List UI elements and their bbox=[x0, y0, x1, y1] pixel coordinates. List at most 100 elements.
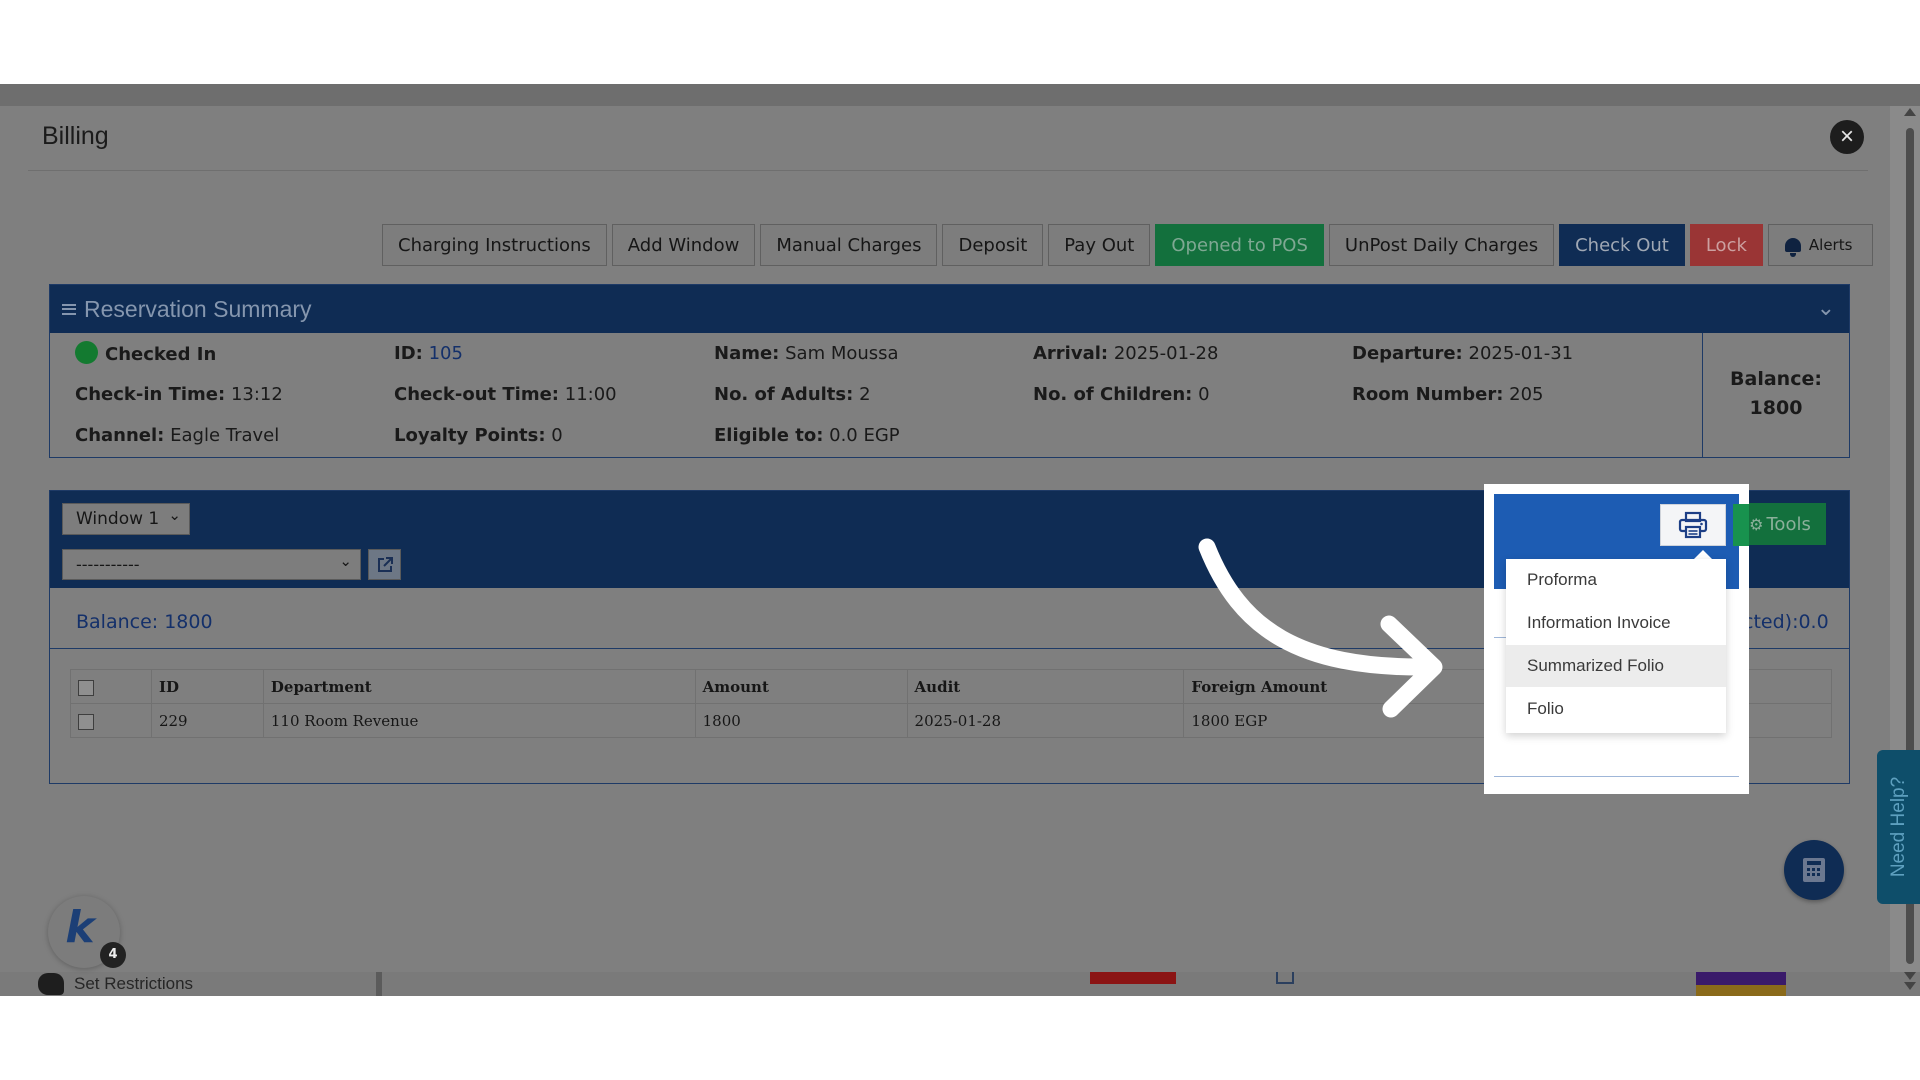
balance-value: 1800 bbox=[1749, 397, 1803, 419]
arrival-field: Arrival: 2025-01-28 bbox=[1033, 343, 1218, 364]
manual-charges-button[interactable]: Manual Charges bbox=[760, 224, 938, 266]
add-window-button[interactable]: Add Window bbox=[611, 224, 756, 266]
loyalty-points-field: Loyalty Points: 0 bbox=[394, 425, 563, 446]
set-restrictions-item: Set Restrictions bbox=[38, 972, 193, 996]
reservation-balance-box: Balance: 1800 bbox=[1702, 333, 1849, 457]
channel-field: Channel: Eagle Travel bbox=[75, 425, 279, 446]
cell-department: 110 Room Revenue bbox=[262, 703, 696, 738]
departure-field: Departure: 2025-01-31 bbox=[1352, 343, 1573, 364]
loyalty-points-value: 0 bbox=[551, 425, 563, 446]
gear-icon: ⚙ bbox=[1749, 514, 1764, 534]
checkout-time-value: 11:00 bbox=[564, 384, 617, 405]
children-value: 0 bbox=[1198, 384, 1210, 405]
calculator-icon bbox=[1803, 858, 1825, 882]
arrival-label: Arrival: bbox=[1033, 343, 1109, 364]
menu-item-proforma[interactable]: Proforma bbox=[1506, 559, 1726, 601]
deposit-button[interactable]: Deposit bbox=[942, 224, 1044, 266]
pay-out-button[interactable]: Pay Out bbox=[1048, 224, 1151, 266]
close-icon[interactable]: × bbox=[1830, 120, 1864, 154]
billing-toolbar: Charging Instructions Add Window Manual … bbox=[382, 224, 1874, 266]
charging-instructions-button[interactable]: Charging Instructions bbox=[382, 224, 607, 266]
background-app-footer: Set Restrictions bbox=[0, 972, 1920, 996]
background-mark-icon bbox=[1276, 972, 1294, 984]
reservation-id-label: ID: bbox=[394, 343, 423, 364]
window-select[interactable]: Window 1 ⌄ bbox=[62, 503, 190, 535]
cell-id: 229 bbox=[150, 703, 264, 738]
departure-label: Departure: bbox=[1352, 343, 1463, 364]
scroll-up-icon[interactable] bbox=[1904, 108, 1916, 116]
room-number-value: 205 bbox=[1509, 384, 1544, 405]
set-restrictions-label: Set Restrictions bbox=[74, 974, 194, 993]
background-red-block bbox=[1090, 972, 1176, 984]
scroll-down-icon[interactable] bbox=[1904, 972, 1916, 980]
cell-audit: 2025-01-28 bbox=[906, 703, 1185, 738]
open-external-button[interactable] bbox=[368, 549, 401, 580]
reservation-summary-title: Reservation Summary bbox=[84, 295, 312, 322]
select-all-checkbox[interactable] bbox=[78, 679, 94, 696]
modal-title: Billing bbox=[42, 122, 109, 150]
window-select-value: Window 1 bbox=[76, 509, 160, 529]
alerts-label: Alerts bbox=[1808, 236, 1853, 254]
channel-label: Channel: bbox=[75, 425, 165, 446]
need-help-tab[interactable]: Need Help? bbox=[1877, 750, 1920, 904]
lock-button[interactable]: Lock bbox=[1689, 224, 1763, 266]
background-divider bbox=[376, 972, 382, 996]
menu-item-information-invoice[interactable]: Information Invoice bbox=[1506, 602, 1726, 644]
window-balance: Balance: 1800 bbox=[76, 611, 213, 633]
column-header-amount: Amount bbox=[694, 669, 908, 704]
reservation-summary-body: Checked In ID: 105 Name: Sam Moussa Arri… bbox=[50, 333, 1849, 457]
k-assistant-badge[interactable]: k 4 bbox=[48, 896, 126, 968]
room-number-field: Room Number: 205 bbox=[1352, 384, 1544, 405]
eligible-field: Eligible to: 0.0 EGP bbox=[714, 425, 900, 446]
print-menu-spotlight: Proforma Information Invoice Summarized … bbox=[1484, 484, 1749, 794]
folio-select[interactable]: ----------- ⌄ bbox=[62, 549, 361, 580]
column-header-audit: Audit bbox=[906, 669, 1185, 704]
reservation-summary-header[interactable]: Reservation Summary ⌄ bbox=[50, 285, 1849, 333]
checkin-time-label: Check-in Time: bbox=[75, 384, 226, 405]
menu-item-folio[interactable]: Folio bbox=[1506, 688, 1726, 730]
outer-scroll-down-icon[interactable] bbox=[1904, 982, 1916, 990]
eligible-label: Eligible to: bbox=[714, 425, 824, 446]
print-button[interactable] bbox=[1660, 504, 1726, 546]
tools-button-edge bbox=[1733, 504, 1749, 546]
tools-label: Tools bbox=[1766, 513, 1811, 535]
checkout-time-label: Check-out Time: bbox=[394, 384, 560, 405]
column-header-department: Department bbox=[262, 669, 696, 704]
balance-label: Balance: bbox=[1730, 368, 1822, 390]
guest-name-value: Sam Moussa bbox=[785, 343, 899, 364]
check-out-button[interactable]: Check Out bbox=[1559, 224, 1685, 266]
row-select-cell bbox=[70, 703, 152, 738]
calculator-button[interactable] bbox=[1784, 840, 1844, 900]
folio-select-value: ----------- bbox=[76, 555, 140, 574]
checkin-time-field: Check-in Time: 13:12 bbox=[75, 384, 283, 405]
row-checkbox[interactable] bbox=[78, 713, 94, 730]
need-help-label: Need Help? bbox=[1887, 776, 1909, 878]
spotlight-divider bbox=[1494, 776, 1739, 777]
children-field: No. of Children: 0 bbox=[1033, 384, 1210, 405]
notification-count-badge: 4 bbox=[100, 942, 126, 968]
chevron-down-icon[interactable]: ⌄ bbox=[1817, 295, 1835, 321]
background-app-header bbox=[0, 84, 1920, 106]
checkout-time-field: Check-out Time: 11:00 bbox=[394, 384, 617, 405]
guest-name-label: Name: bbox=[714, 343, 780, 364]
modal-divider bbox=[28, 170, 1868, 171]
room-number-label: Room Number: bbox=[1352, 384, 1504, 405]
channel-value: Eagle Travel bbox=[170, 425, 280, 446]
column-header-id: ID bbox=[150, 669, 264, 704]
unpost-daily-charges-button[interactable]: UnPost Daily Charges bbox=[1328, 224, 1555, 266]
loyalty-points-label: Loyalty Points: bbox=[394, 425, 546, 446]
cell-amount: 1800 bbox=[694, 703, 908, 738]
pointer-arrow-icon bbox=[1198, 538, 1443, 718]
hamburger-icon bbox=[62, 303, 76, 315]
eligible-value: 0.0 EGP bbox=[829, 425, 900, 446]
restrictions-icon bbox=[38, 973, 64, 995]
status-field: Checked In bbox=[75, 341, 216, 365]
alerts-button[interactable]: Alerts bbox=[1767, 224, 1874, 266]
reservation-id-link[interactable]: 105 bbox=[429, 343, 463, 364]
adults-value: 2 bbox=[859, 384, 871, 405]
menu-item-summarized-folio[interactable]: Summarized Folio bbox=[1506, 645, 1726, 687]
arrival-value: 2025-01-28 bbox=[1113, 343, 1219, 364]
print-dropdown-menu: Proforma Information Invoice Summarized … bbox=[1506, 559, 1726, 733]
status-dot-icon bbox=[75, 341, 98, 364]
opened-to-pos-button[interactable]: Opened to POS bbox=[1155, 224, 1324, 266]
